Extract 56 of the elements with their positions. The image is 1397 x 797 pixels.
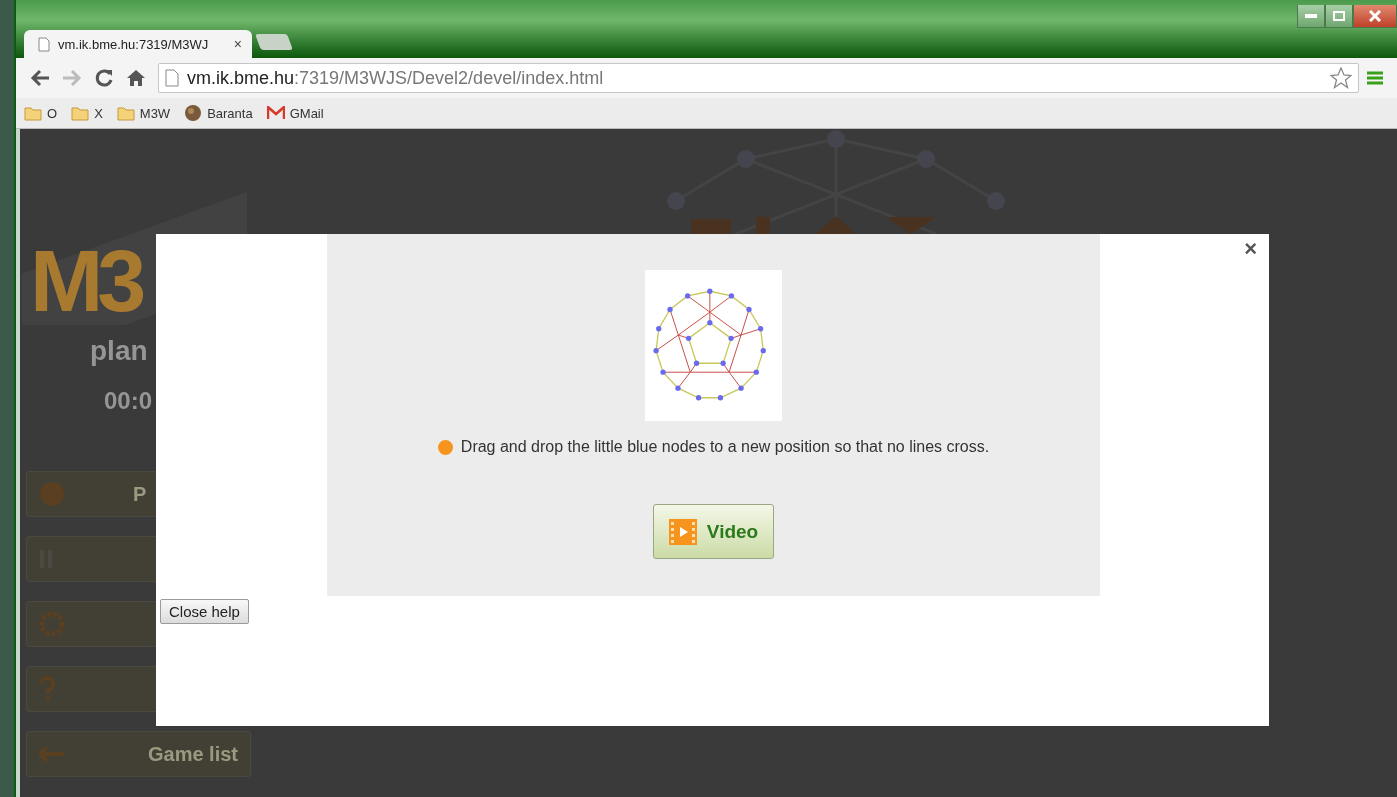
globe-icon <box>184 104 203 122</box>
page-icon <box>165 69 179 87</box>
folder-icon <box>116 105 135 121</box>
graph-node[interactable] <box>693 360 700 366</box>
bookmark-link[interactable]: Baranta <box>207 105 253 121</box>
tab-close-button[interactable]: × <box>233 36 242 52</box>
maximize-icon[interactable] <box>1325 5 1353 28</box>
graph-node[interactable] <box>720 360 726 366</box>
graph-node[interactable] <box>717 395 724 401</box>
bookmark-link[interactable]: O <box>47 105 58 121</box>
folder-icon <box>71 105 90 121</box>
graph-node[interactable] <box>675 385 681 391</box>
tab-title: vm.ik.bme.hu:7319/M3WJ <box>58 36 210 52</box>
graph-node[interactable] <box>695 395 702 401</box>
graph-node[interactable] <box>667 306 673 313</box>
graph-node[interactable] <box>707 288 713 294</box>
graph-node[interactable] <box>760 348 766 354</box>
bookmark-link[interactable]: X <box>94 105 103 121</box>
graph-node[interactable] <box>685 335 692 341</box>
graph-node[interactable] <box>757 326 764 332</box>
graph-node[interactable] <box>738 385 744 391</box>
film-icon <box>668 518 697 545</box>
bullet-icon <box>437 439 453 455</box>
browser-tab[interactable]: vm.ik.bme.hu:7319/M3WJ × <box>24 30 252 58</box>
hint-text: Drag and drop the little blue nodes to a new position so that no lines cross. <box>460 438 990 456</box>
url-path: :7319/M3WJS/Devel2/devel/index.html <box>294 67 605 89</box>
url-host: vm.ik.bme.hu <box>187 67 295 89</box>
graph-node[interactable] <box>746 306 752 313</box>
graph-node[interactable] <box>684 293 691 299</box>
game-title: plan <box>90 335 148 367</box>
arrow-left-icon <box>39 746 65 762</box>
timer: 00:0 <box>104 387 153 415</box>
bookmark-link[interactable]: M3W <box>139 105 171 121</box>
folder-icon <box>24 105 42 121</box>
question-icon <box>39 676 55 702</box>
close-help-button[interactable]: Close help <box>160 599 249 624</box>
ball-icon <box>39 481 65 507</box>
minimize-icon[interactable] <box>1297 5 1325 28</box>
mail-icon <box>266 106 285 120</box>
graph-node[interactable] <box>653 348 659 354</box>
graph-node[interactable] <box>753 369 759 375</box>
close-button[interactable]: × <box>1244 236 1257 262</box>
close-icon[interactable] <box>1353 5 1397 28</box>
graph-node[interactable] <box>728 335 734 341</box>
video-button[interactable]: Video <box>653 504 774 559</box>
gear-icon <box>39 611 65 637</box>
star-icon[interactable] <box>1330 67 1352 89</box>
page-icon <box>38 36 50 52</box>
sidebar-button[interactable]: Game list <box>26 731 251 777</box>
address-bar[interactable]: vm.ik.bme.hu:7319/M3WJS/Devel2/devel/index.html <box>158 63 1359 93</box>
graph-node[interactable] <box>656 326 662 332</box>
graph-node[interactable] <box>660 369 666 375</box>
new-tab-button[interactable] <box>255 34 293 50</box>
graph-node[interactable] <box>728 293 735 299</box>
bookmark-link[interactable]: GMail <box>289 105 324 121</box>
graph-node[interactable] <box>707 320 713 326</box>
